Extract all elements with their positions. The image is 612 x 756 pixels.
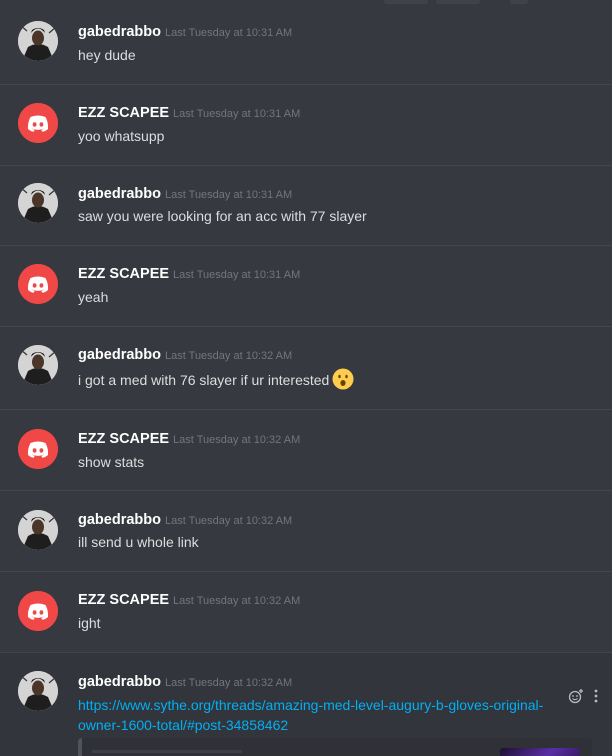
timestamp: Last Tuesday at 10:31 AM (164, 27, 293, 39)
message: gabedrabbo Last Tuesday at 10:32 AM ill s… (0, 491, 612, 572)
discord-logo-icon (18, 103, 58, 143)
timestamp: Last Tuesday at 10:32 AM (173, 434, 301, 446)
username[interactable]: EZZ SCAPEE (78, 592, 169, 608)
timestamp: Last Tuesday at 10:32 AM (164, 515, 293, 527)
thread-link[interactable]: https://www.sythe.org/threads/amazing-me… (78, 695, 548, 735)
message-text: https://www.sythe.org/threads/amazing-me… (78, 695, 548, 735)
message-text: ill send u whole link (78, 534, 199, 550)
embed-provider-line (92, 750, 242, 753)
username[interactable]: gabedrabbo (78, 512, 161, 528)
timestamp: Last Tuesday at 10:31 AM (164, 189, 293, 201)
message-hover-toolbar (568, 688, 598, 704)
username[interactable]: gabedrabbo (78, 674, 161, 690)
user-photo-avatar-icon (18, 21, 58, 61)
message: EZZ SCAPEE Last Tuesday at 10:32 AM ight (0, 572, 612, 653)
discord-logo-icon (18, 429, 58, 469)
message-text: i got a med with 76 slayer if ur interes… (78, 368, 354, 390)
message: EZZ SCAPEE Last Tuesday at 10:32 AM show … (0, 410, 612, 491)
message-text: hey dude (78, 47, 136, 63)
username[interactable]: EZZ SCAPEE (78, 431, 169, 447)
user-avatar[interactable] (18, 183, 58, 223)
timestamp: Last Tuesday at 10:31 AM (173, 269, 301, 281)
user-photo-avatar-icon (18, 183, 58, 223)
timestamp: Last Tuesday at 10:31 AM (173, 108, 301, 120)
message-text-body: i got a med with 76 slayer if ur interes… (78, 372, 330, 388)
username[interactable]: gabedrabbo (78, 24, 161, 40)
message: gabedrabbo Last Tuesday at 10:31 AM hey d… (0, 0, 612, 85)
user-avatar[interactable] (18, 21, 58, 61)
discord-logo-icon (18, 264, 58, 304)
discord-logo-icon (18, 591, 58, 631)
timestamp: Last Tuesday at 10:32 AM (173, 595, 301, 607)
add-reaction-icon[interactable] (568, 688, 584, 704)
user-photo-avatar-icon (18, 510, 58, 550)
user-avatar[interactable] (18, 103, 58, 143)
user-avatar[interactable] (18, 264, 58, 304)
message: gabedrabbo Last Tuesday at 10:32 AM i got… (0, 327, 612, 410)
more-options-icon[interactable] (594, 689, 598, 703)
username[interactable]: EZZ SCAPEE (78, 105, 169, 121)
username[interactable]: gabedrabbo (78, 186, 161, 202)
message-text: yoo whatsupp (78, 128, 165, 144)
timestamp: Last Tuesday at 10:32 AM (164, 350, 293, 362)
user-avatar[interactable] (18, 429, 58, 469)
hushed-face-emoji-icon[interactable] (332, 368, 354, 390)
user-avatar[interactable] (18, 510, 58, 550)
message: EZZ SCAPEE Last Tuesday at 10:31 AM yoo w… (0, 85, 612, 166)
message: gabedrabbo Last Tuesday at 10:31 AM saw y… (0, 166, 612, 246)
message-text: saw you were looking for an acc with 77 … (78, 208, 367, 224)
user-avatar[interactable] (18, 671, 58, 711)
link-embed-preview[interactable] (78, 738, 592, 756)
message-text: ight (78, 615, 101, 631)
username[interactable]: gabedrabbo (78, 347, 161, 363)
embed-thumbnail[interactable] (500, 748, 580, 756)
message-text: yeah (78, 289, 109, 305)
chat-messages: gabedrabbo Last Tuesday at 10:31 AM hey d… (0, 0, 612, 756)
user-photo-avatar-icon (18, 345, 58, 385)
username[interactable]: EZZ SCAPEE (78, 266, 169, 282)
user-avatar[interactable] (18, 345, 58, 385)
message: EZZ SCAPEE Last Tuesday at 10:31 AM yeah (0, 246, 612, 327)
user-photo-avatar-icon (18, 671, 58, 711)
user-avatar[interactable] (18, 591, 58, 631)
message-text: show stats (78, 454, 145, 470)
timestamp: Last Tuesday at 10:32 AM (164, 677, 293, 689)
